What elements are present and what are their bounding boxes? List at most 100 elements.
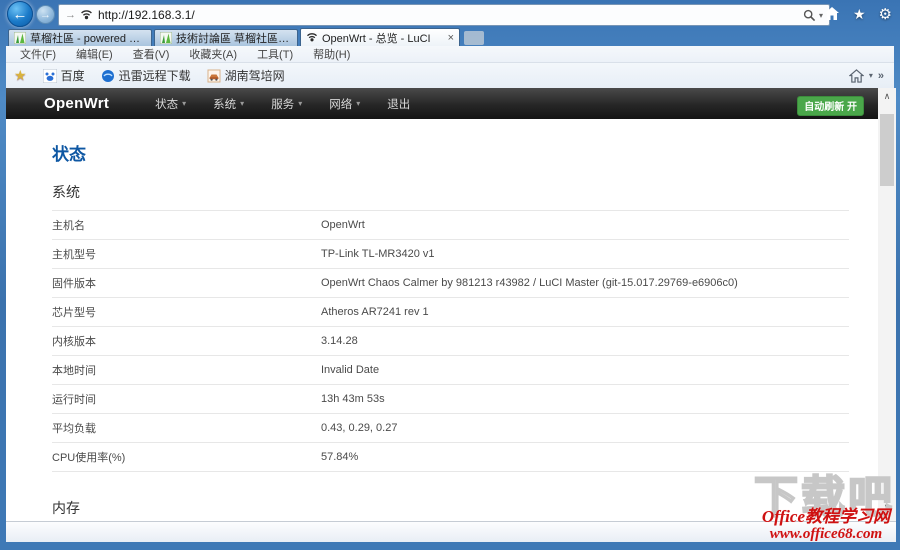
watermark-line1: Office教程学习网 [761,507,890,526]
favorite-driving-site[interactable]: 湖南驾培网 [199,67,293,84]
row-value: OpenWrt [321,219,365,231]
back-button[interactable] [7,1,33,27]
nav-label: 状态 [155,98,179,111]
table-row: 内核版本 3.14.28 [52,327,849,356]
table-row: 本地时间 Invalid Date [52,356,849,385]
tab-2-favicon-leaf-icon [160,32,172,44]
address-search-zone[interactable] [803,9,825,22]
row-value: TP-Link TL-MR3420 v1 [321,248,435,260]
office68-watermark: Office教程学习网 www.office68.com [761,507,890,543]
table-row: 芯片型号 Atheros AR7241 rev 1 [52,298,849,327]
caret-down-icon [356,99,360,108]
favbar-overflow [848,68,894,83]
openwrt-brand[interactable]: OpenWrt [44,95,109,112]
menu-help[interactable]: 帮助(H) [303,46,360,62]
page-title: 状态 [52,145,86,164]
site-favicon-broadcast-icon [81,9,92,19]
menu-edit[interactable]: 编辑(E) [66,46,123,62]
scrollbar-thumb[interactable] [880,114,894,186]
favorite-label: 百度 [60,69,85,83]
tab-active-openwrt[interactable]: OpenWrt - 总览 - LuCI [300,28,460,46]
favorites-bar: 百度 迅雷远程下载 湖南驾培网 [6,63,894,88]
home-caret-icon[interactable] [869,71,873,80]
row-label: 主机型号 [52,249,96,261]
favorite-baidu[interactable]: 百度 [35,67,93,84]
menu-bar: 文件(F) 编辑(E) 查看(V) 收藏夹(A) 工具(T) 帮助(H) [6,46,894,63]
menu-tools[interactable]: 工具(T) [247,46,303,62]
toolbar-actions [824,6,892,23]
baidu-paw-icon [42,68,57,83]
thunder-globe-icon [101,69,114,82]
menu-file[interactable]: 文件(F) [10,46,66,62]
row-value: OpenWrt Chaos Calmer by 981213 r43982 / … [321,277,738,289]
favorite-thunder[interactable]: 迅雷远程下载 [93,67,199,84]
caret-down-icon [182,99,186,108]
nav-label: 退出 [387,98,411,111]
tab-title: OpenWrt - 总览 - LuCI [322,32,431,45]
row-label: 运行时间 [52,394,96,406]
browser-window: http://192.168.3.1/ 草榴社區 - powered by ph… [0,0,900,550]
table-row: 主机名 OpenWrt [52,211,849,240]
nav-network[interactable]: 网络 [329,96,360,112]
nav-label: 系统 [213,98,237,111]
nav-system[interactable]: 系统 [213,96,244,112]
row-label: 固件版本 [52,278,96,290]
tab-title: 草榴社區 - powered by php... [30,33,146,45]
address-bar[interactable]: http://192.168.3.1/ [58,4,830,26]
favorites-icon[interactable] [853,6,866,23]
forward-button[interactable] [36,5,55,24]
row-value: 3.14.28 [321,335,358,347]
table-row: CPU使用率(%) 57.84% [52,443,849,472]
caret-down-icon [240,99,244,108]
scroll-up-icon[interactable] [878,88,896,104]
tab-1-favicon-leaf-icon [14,32,26,44]
system-table: 主机名 OpenWrt 主机型号 TP-Link TL-MR3420 v1 固件版本… [52,210,849,472]
nav-status[interactable]: 状态 [155,96,186,112]
row-value: 13h 43m 53s [321,393,385,405]
row-label: 芯片型号 [52,307,96,319]
home-small-icon[interactable] [848,68,864,83]
vertical-scrollbar[interactable] [878,88,896,521]
row-value: Invalid Date [321,364,380,376]
system-section-heading: 系统 [52,184,80,200]
table-row: 平均负载 0.43, 0.29, 0.27 [52,414,849,443]
row-label: 平均负载 [52,423,96,435]
tab-2[interactable]: 技術討論區 草榴社區 - power... [154,29,298,46]
car-icon [207,69,221,82]
nav-services[interactable]: 服务 [271,96,302,112]
new-tab-stub[interactable] [464,31,484,45]
tab-title: 技術討論區 草榴社區 - power... [176,33,292,45]
goto-arrow-icon [65,9,76,21]
tab-close-icon[interactable] [442,32,454,44]
search-caret-icon [819,11,823,20]
tab-3-favicon-broadcast-icon [307,32,317,41]
home-icon[interactable] [824,6,840,21]
row-value: 57.84% [321,451,359,463]
luci-navbar: OpenWrt 状态 系统 服务 网络 退出 自动刷新 开 [6,88,878,119]
table-row: 固件版本 OpenWrt Chaos Calmer by 981213 r4398… [52,269,849,298]
url-text[interactable]: http://192.168.3.1/ [98,8,195,22]
settings-gear-icon[interactable] [879,6,892,23]
browser-viewport: OpenWrt 状态 系统 服务 网络 退出 自动刷新 开 状态 系统 主机名 O… [6,88,896,521]
auto-refresh-badge[interactable]: 自动刷新 开 [797,96,864,116]
row-label: 内核版本 [52,336,96,348]
overflow-chevrons-icon[interactable] [878,70,884,82]
luci-nav-menu: 状态 系统 服务 网络 退出 [155,96,410,112]
row-label: CPU使用率(%) [52,452,126,464]
row-label: 主机名 [52,220,85,232]
caret-down-icon [298,99,302,108]
favorite-label: 迅雷远程下载 [118,69,191,83]
table-row: 运行时间 13h 43m 53s [52,385,849,414]
nav-logout[interactable]: 退出 [387,96,410,112]
nav-label: 网络 [329,98,353,111]
tab-1[interactable]: 草榴社區 - powered by php... [8,29,152,46]
row-value: 0.43, 0.29, 0.27 [321,422,398,434]
menu-favorites[interactable]: 收藏夹(A) [179,46,247,62]
add-favorite-star-icon[interactable] [14,67,27,84]
luci-status-page: 状态 系统 主机名 OpenWrt 主机型号 TP-Link TL-MR3420 v… [6,119,878,521]
favorite-label: 湖南驾培网 [224,69,285,83]
search-icon [803,9,816,21]
menu-view[interactable]: 查看(V) [123,46,180,62]
tab-bar: 草榴社區 - powered by php... 技術討論區 草榴社區 - po… [6,28,894,46]
watermark-line2: www.office68.com [769,526,883,542]
